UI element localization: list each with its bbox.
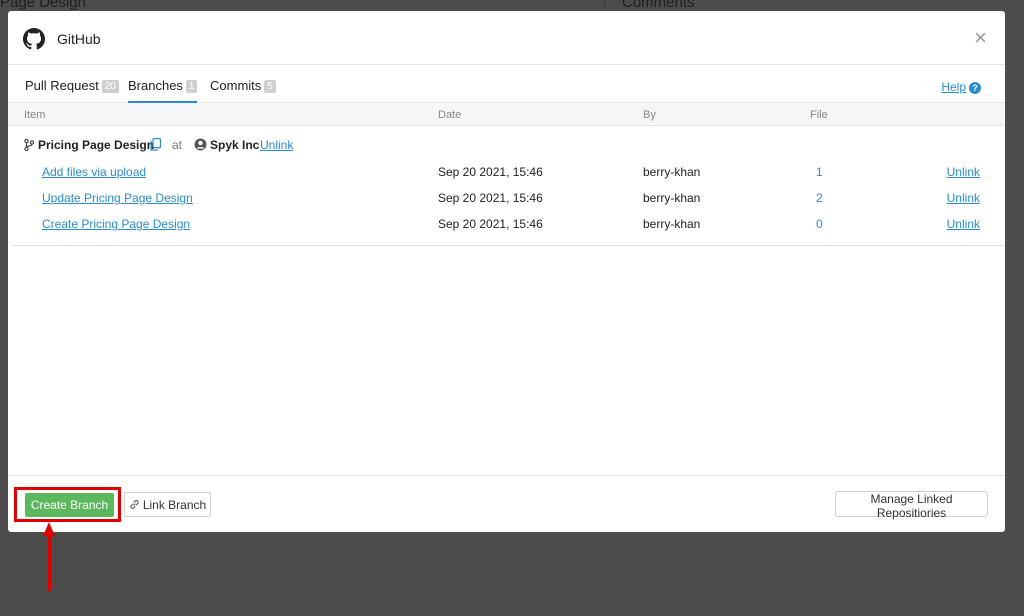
commit-date: Sep 20 2021, 15:46 bbox=[438, 165, 543, 179]
link-branch-label: Link Branch bbox=[142, 497, 207, 512]
commit-date: Sep 20 2021, 15:46 bbox=[438, 191, 543, 205]
annotation-highlight-box bbox=[14, 487, 121, 522]
commit-unlink-link[interactable]: Unlink bbox=[947, 217, 980, 231]
help-label: Help bbox=[941, 80, 966, 94]
tab-commits[interactable]: Commits 5 bbox=[210, 78, 276, 103]
column-header-by: By bbox=[643, 109, 656, 121]
github-modal: GitHub × Pull Request 20 Branches 1 Commit… bbox=[8, 11, 1005, 532]
tab-count-badge: 1 bbox=[185, 80, 198, 93]
commit-link[interactable]: Create Pricing Page Design bbox=[42, 217, 190, 231]
link-icon bbox=[130, 499, 139, 509]
organization-name: Spyk Inc bbox=[210, 138, 260, 152]
commit-file-count[interactable]: 2 bbox=[816, 191, 823, 205]
table-row: Create Pricing Page Design Sep 20 2021, … bbox=[8, 214, 1005, 236]
tab-bar: Pull Request 20 Branches 1 Commits 5 Help? bbox=[8, 65, 1005, 103]
commit-author: berry-khan bbox=[643, 165, 701, 179]
column-header-item: Item bbox=[24, 109, 46, 121]
modal-header: GitHub × bbox=[8, 11, 1005, 65]
github-icon bbox=[23, 28, 45, 50]
help-link[interactable]: Help? bbox=[941, 80, 981, 94]
close-button[interactable]: × bbox=[974, 27, 987, 49]
tab-label: Branches bbox=[128, 78, 183, 93]
list-divider bbox=[12, 245, 1005, 246]
manage-linked-repositories-button[interactable]: Manage Linked Repositiories bbox=[835, 491, 988, 520]
git-branch-icon bbox=[24, 139, 34, 151]
commit-file-count[interactable]: 0 bbox=[816, 217, 823, 231]
commit-unlink-link[interactable]: Unlink bbox=[947, 191, 980, 205]
commit-link[interactable]: Add files via upload bbox=[42, 165, 146, 179]
tab-label: Commits bbox=[210, 78, 262, 93]
tab-label: Pull Request bbox=[25, 78, 99, 93]
link-branch-button[interactable]: Link Branch bbox=[124, 492, 211, 517]
commit-link[interactable]: Update Pricing Page Design bbox=[42, 191, 193, 205]
tab-count-badge: 20 bbox=[101, 80, 119, 93]
commit-author: berry-khan bbox=[643, 217, 701, 231]
tab-pull-request[interactable]: Pull Request 20 bbox=[25, 78, 119, 103]
table-row: Update Pricing Page Design Sep 20 2021, … bbox=[8, 188, 1005, 210]
background-comments-title: Comments bbox=[622, 0, 695, 11]
commit-date: Sep 20 2021, 15:46 bbox=[438, 217, 543, 231]
column-header-date: Date bbox=[438, 109, 462, 121]
modal-title: GitHub bbox=[57, 31, 101, 47]
branch-name: Pricing Page Design bbox=[38, 138, 155, 152]
branch-unlink-link[interactable]: Unlink bbox=[260, 138, 293, 152]
copy-icon[interactable] bbox=[150, 138, 161, 151]
tab-count-badge: 5 bbox=[264, 80, 276, 93]
column-header-file: File bbox=[810, 109, 828, 121]
commit-file-count[interactable]: 1 bbox=[816, 165, 823, 179]
commit-unlink-link[interactable]: Unlink bbox=[947, 165, 980, 179]
commit-author: berry-khan bbox=[643, 191, 701, 205]
annotation-arrow-shaft bbox=[48, 534, 51, 591]
question-icon: ? bbox=[969, 82, 981, 94]
modal-footer: Create Branch Link Branch Manage Linked … bbox=[8, 475, 1005, 532]
table-header: Item Date By File bbox=[8, 103, 1005, 126]
organization-icon bbox=[194, 138, 207, 151]
background-page-title: Page Design bbox=[0, 0, 86, 11]
tab-branches[interactable]: Branches 1 bbox=[128, 78, 198, 103]
table-row: Add files via upload Sep 20 2021, 15:46 … bbox=[8, 162, 1005, 184]
at-label: at bbox=[172, 138, 183, 152]
